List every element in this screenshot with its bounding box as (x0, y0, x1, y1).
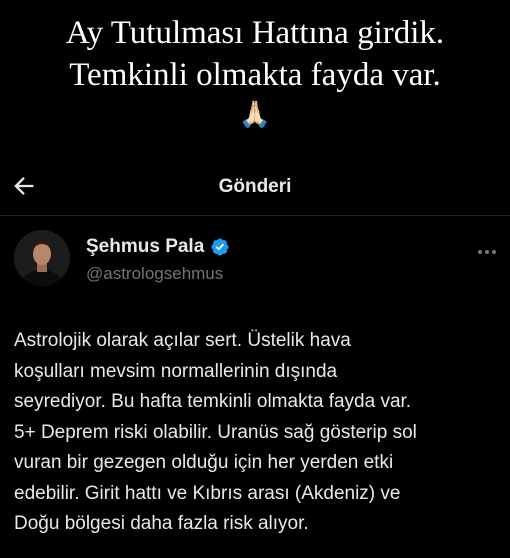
page-title: Gönderi (218, 176, 292, 197)
praying-hands-emoji: 🙏🏻 (238, 100, 272, 129)
author-name-row[interactable]: Şehmus Pala (86, 236, 230, 258)
caption-line-2: Temkinli olmakta fayda var. (69, 57, 441, 93)
verified-badge-icon (210, 237, 230, 257)
caption-line-1: Ay Tutulması Hattına girdik. (65, 15, 445, 51)
author-handle[interactable]: @astrologsehmus (86, 264, 223, 284)
post-text: Astrolojik olarak açılar sert. Üstelik h… (14, 330, 417, 534)
post-header: Gönderi (0, 168, 510, 210)
author-name[interactable]: Şehmus Pala (86, 236, 204, 258)
header-divider (0, 215, 510, 216)
more-dots-icon[interactable] (476, 244, 498, 254)
image-caption: Ay Tutulması Hattına girdik. Temkinli ol… (0, 12, 510, 132)
avatar[interactable] (14, 230, 70, 286)
